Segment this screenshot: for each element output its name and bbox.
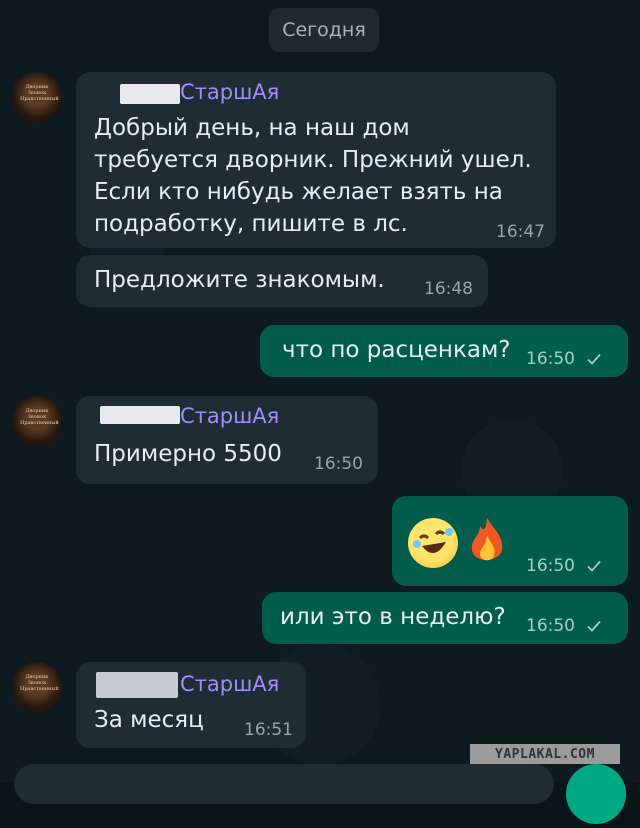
message-bubble-incoming[interactable]: СтаршАя Примерно 5500 16:50 bbox=[76, 396, 378, 484]
message-time: 16:50 bbox=[526, 556, 575, 576]
message-text: что по расценкам? bbox=[282, 337, 511, 363]
message-time: 16:50 bbox=[314, 454, 363, 474]
avatar-caption: Дворник Звонок Нравственный bbox=[20, 408, 59, 426]
message-time: 16:47 bbox=[496, 222, 545, 242]
redacted-name bbox=[96, 672, 178, 698]
message-time: 16:48 bbox=[424, 279, 473, 299]
message-text: Примерно 5500 bbox=[94, 441, 282, 467]
message-text: За месяц bbox=[94, 707, 204, 733]
message-bubble-incoming[interactable]: СтаршАя Добрый день, на наш дом требуетс… bbox=[76, 72, 556, 248]
message-text: или это в неделю? bbox=[280, 604, 506, 630]
watermark: YAPLAKAL.COM bbox=[470, 744, 620, 764]
check-icon bbox=[587, 560, 601, 572]
message-text: Предложите знакомым. bbox=[94, 267, 385, 293]
message-input-field[interactable] bbox=[14, 764, 554, 804]
send-icon bbox=[566, 764, 626, 824]
sender-name: СтаршАя bbox=[180, 672, 280, 696]
check-icon bbox=[587, 353, 601, 365]
rofl-emoji-icon bbox=[408, 518, 458, 568]
check-icon bbox=[587, 620, 601, 632]
date-separator: Сегодня bbox=[269, 8, 379, 52]
sender-avatar[interactable]: Дворник Звонок Нравственный bbox=[12, 396, 62, 446]
fire-emoji-icon bbox=[466, 516, 508, 566]
avatar-caption: Дворник Звонок Нравственный bbox=[20, 84, 59, 102]
redacted-name bbox=[120, 84, 180, 104]
sender-name: СтаршАя bbox=[180, 80, 280, 104]
message-time: 16:51 bbox=[244, 720, 293, 740]
message-bubble-outgoing[interactable]: 16:50 bbox=[392, 496, 628, 586]
send-button[interactable] bbox=[566, 764, 626, 824]
message-bubble-outgoing[interactable]: или это в неделю? 16:50 bbox=[262, 592, 628, 644]
sender-avatar[interactable]: Дворник Звонок Нравственный bbox=[12, 662, 62, 712]
sender-avatar[interactable]: Дворник Звонок Нравственный bbox=[12, 72, 62, 122]
avatar-caption: Дворник Звонок Нравственный bbox=[20, 674, 59, 692]
message-bubble-incoming[interactable]: Предложите знакомым. 16:48 bbox=[76, 255, 488, 307]
message-time: 16:50 bbox=[526, 616, 575, 636]
message-text: Добрый день, на наш дом требуется дворни… bbox=[94, 115, 532, 237]
message-bubble-incoming[interactable]: СтаршАя За месяц 16:51 bbox=[76, 662, 306, 748]
sender-name: СтаршАя bbox=[180, 404, 280, 428]
redacted-name bbox=[100, 406, 180, 424]
message-time: 16:50 bbox=[526, 349, 575, 369]
message-bubble-outgoing[interactable]: что по расценкам? 16:50 bbox=[260, 325, 628, 377]
